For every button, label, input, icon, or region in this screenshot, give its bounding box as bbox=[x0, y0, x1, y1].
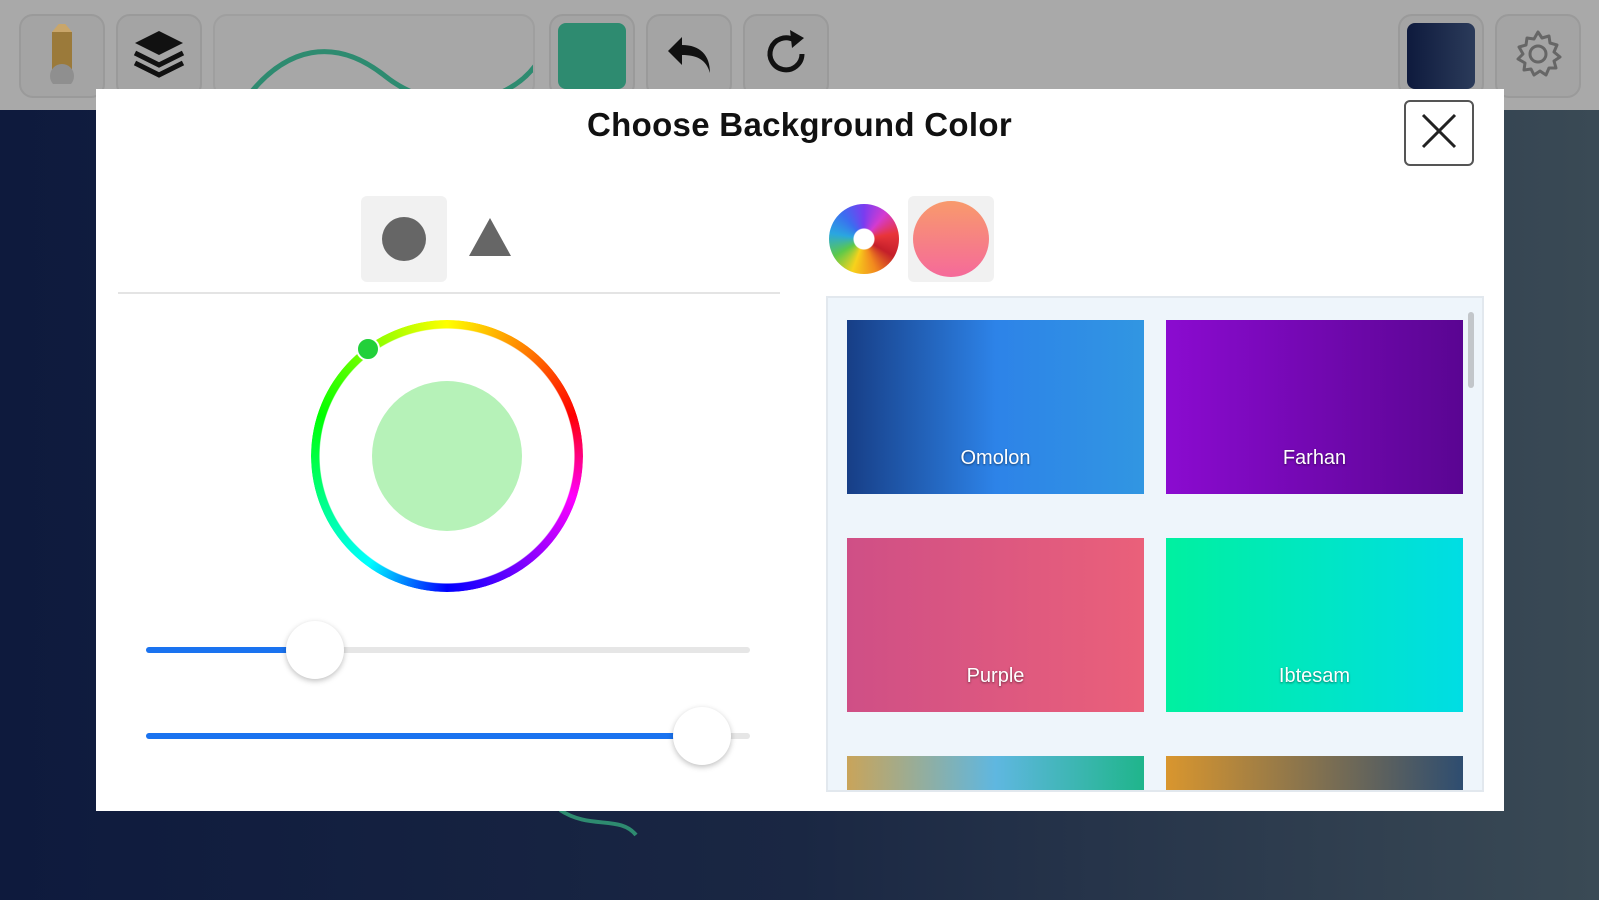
layers-button[interactable] bbox=[116, 14, 202, 98]
layers-icon bbox=[131, 27, 187, 86]
gradient-label: Purple bbox=[966, 665, 1025, 687]
gradient-swatch[interactable]: Ibtesam bbox=[1166, 538, 1463, 712]
close-icon bbox=[1419, 111, 1459, 156]
gradient-swatch[interactable] bbox=[847, 756, 1144, 790]
gallery-scrollbar[interactable] bbox=[1468, 312, 1474, 388]
gradient-gallery: Omolon Farhan Purple Ibtesam bbox=[826, 296, 1484, 792]
undo-icon bbox=[664, 31, 714, 82]
settings-button[interactable] bbox=[1495, 14, 1581, 98]
gradient-swatch[interactable]: Farhan bbox=[1166, 320, 1463, 494]
pencil-tool-button[interactable] bbox=[19, 14, 105, 98]
brush-preview bbox=[213, 14, 535, 98]
gradient-label: Farhan bbox=[1282, 447, 1347, 469]
gear-icon bbox=[1512, 28, 1564, 85]
gradient-label: Ibtesam bbox=[1278, 665, 1351, 687]
gradient-swatch[interactable]: Purple bbox=[847, 538, 1144, 712]
brush-color-button[interactable] bbox=[549, 14, 635, 98]
tab-triangle-shape[interactable] bbox=[447, 196, 533, 282]
color-wheel[interactable] bbox=[311, 320, 583, 592]
dialog-title: Choose Background Color bbox=[587, 106, 1012, 143]
color-swatch-icon bbox=[558, 23, 626, 89]
tab-divider bbox=[118, 292, 780, 294]
gradient-label: Omolon bbox=[960, 447, 1031, 469]
tab-circle-shape[interactable] bbox=[361, 196, 447, 282]
tab-gradient[interactable] bbox=[908, 196, 994, 282]
lightness-slider-fill bbox=[146, 733, 702, 739]
background-color-button[interactable] bbox=[1398, 14, 1484, 98]
undo-button[interactable] bbox=[646, 14, 732, 98]
pencil-icon bbox=[42, 19, 82, 89]
gradient-icon bbox=[913, 201, 989, 277]
background-swatch-icon bbox=[1407, 23, 1475, 89]
saturation-slider-thumb[interactable] bbox=[286, 621, 345, 679]
lightness-slider-thumb[interactable] bbox=[672, 707, 731, 765]
tab-solid-color[interactable] bbox=[821, 196, 907, 282]
gradient-swatch[interactable] bbox=[1166, 756, 1463, 790]
color-wheel-icon bbox=[829, 204, 899, 274]
redo-button[interactable] bbox=[743, 14, 829, 98]
lightness-slider[interactable] bbox=[146, 707, 750, 765]
selected-color-preview bbox=[372, 381, 522, 531]
gradient-swatch[interactable]: Omolon bbox=[847, 320, 1144, 494]
triangle-icon bbox=[467, 216, 513, 263]
close-button[interactable] bbox=[1404, 100, 1474, 166]
saturation-slider[interactable] bbox=[146, 621, 750, 679]
hue-handle[interactable] bbox=[356, 337, 380, 361]
redo-icon bbox=[760, 28, 812, 85]
circle-icon bbox=[382, 217, 426, 261]
